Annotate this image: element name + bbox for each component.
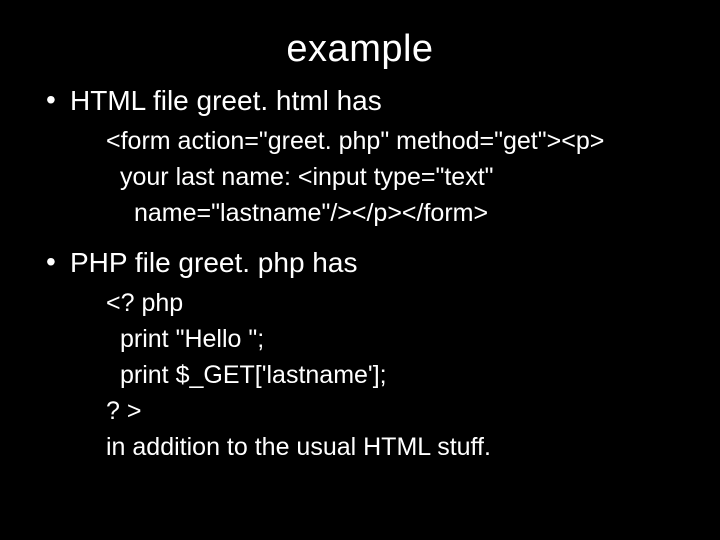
bullet-list: HTML file greet. html has <form action="… bbox=[30, 83, 690, 465]
code-line: your last name: <input type="text" bbox=[106, 159, 690, 195]
bullet-text: PHP file greet. php has bbox=[70, 245, 690, 281]
code-line: <? php bbox=[106, 285, 690, 321]
bullet-item: PHP file greet. php has <? php print "He… bbox=[46, 245, 690, 465]
code-line: ? > bbox=[106, 393, 690, 429]
bullet-item: HTML file greet. html has <form action="… bbox=[46, 83, 690, 231]
slide: example HTML file greet. html has <form … bbox=[0, 0, 720, 540]
bullet-text: HTML file greet. html has bbox=[70, 83, 690, 119]
slide-title: example bbox=[30, 28, 690, 71]
code-block: <form action="greet. php" method="get"><… bbox=[106, 123, 690, 231]
code-block: <? php print "Hello "; print $_GET['last… bbox=[106, 285, 690, 465]
code-line: print "Hello "; bbox=[106, 321, 690, 357]
code-line: name="lastname"/></p></form> bbox=[106, 195, 690, 231]
code-line: in addition to the usual HTML stuff. bbox=[106, 429, 690, 465]
code-line: print $_GET['lastname']; bbox=[106, 357, 690, 393]
code-line: <form action="greet. php" method="get"><… bbox=[106, 123, 690, 159]
